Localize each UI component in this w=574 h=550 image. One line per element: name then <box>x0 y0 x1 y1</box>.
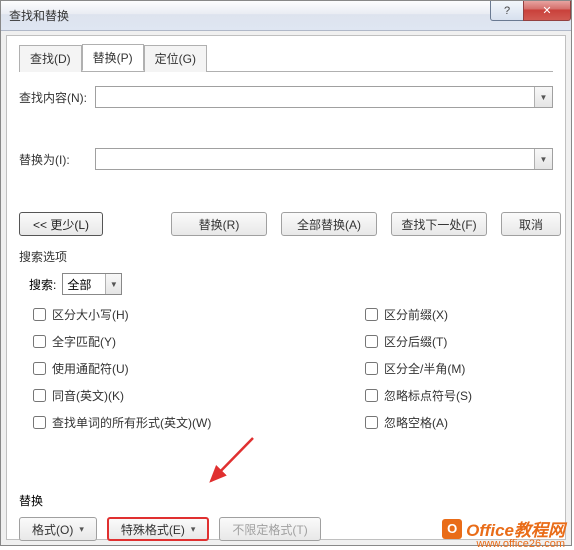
replace-all-button[interactable]: 全部替换(A) <box>281 212 377 236</box>
checkbox[interactable] <box>33 389 46 402</box>
checkbox-grid: 区分大小写(H) 全字匹配(Y) 使用通配符(U) 同音(英文)(K) 查找单词… <box>19 305 553 440</box>
search-options-heading: 搜索选项 <box>19 248 553 265</box>
check-prefix[interactable]: 区分前缀(X) <box>361 305 553 324</box>
dialog-window: 查找和替换 ? ✕ 查找(D) 替换(P) 定位(G) 查找内容(N): ▼ 替… <box>0 0 572 546</box>
watermark-url: www.office26.com <box>477 538 565 550</box>
search-direction-value: 全部 <box>63 274 105 294</box>
close-button[interactable]: ✕ <box>523 1 571 21</box>
replace-row: 替换为(I): ▼ <box>19 148 553 170</box>
checkbox[interactable] <box>33 335 46 348</box>
special-format-button[interactable]: 特殊格式(E) <box>107 517 210 541</box>
check-whole-word[interactable]: 全字匹配(Y) <box>29 332 221 351</box>
titlebar: 查找和替换 ? ✕ <box>1 1 571 31</box>
search-direction-label: 搜索: <box>29 276 56 293</box>
check-ignore-space[interactable]: 忽略空格(A) <box>361 413 553 432</box>
format-button[interactable]: 格式(O) <box>19 517 97 541</box>
replace-dropdown-icon[interactable]: ▼ <box>534 149 552 169</box>
check-full-half[interactable]: 区分全/半角(M) <box>361 359 553 378</box>
checkbox[interactable] <box>365 335 378 348</box>
watermark-logo-icon: O <box>442 519 462 539</box>
chevron-down-icon[interactable]: ▼ <box>105 274 121 294</box>
checkbox[interactable] <box>365 308 378 321</box>
checkbox[interactable] <box>33 416 46 429</box>
window-controls: ? ✕ <box>491 1 571 21</box>
checkbox-right-col: 区分前缀(X) 区分后缀(T) 区分全/半角(M) 忽略标点符号(S) 忽略空格… <box>221 305 553 440</box>
cancel-button[interactable]: 取消 <box>501 212 561 236</box>
help-button[interactable]: ? <box>490 1 524 21</box>
check-sounds-like[interactable]: 同音(英文)(K) <box>29 386 221 405</box>
find-input[interactable] <box>96 87 534 107</box>
check-wildcards[interactable]: 使用通配符(U) <box>29 359 221 378</box>
replace-combo[interactable]: ▼ <box>95 148 553 170</box>
check-suffix[interactable]: 区分后缀(T) <box>361 332 553 351</box>
find-combo[interactable]: ▼ <box>95 86 553 108</box>
replace-button[interactable]: 替换(R) <box>171 212 267 236</box>
tab-strip: 查找(D) 替换(P) 定位(G) <box>19 44 553 72</box>
tab-find[interactable]: 查找(D) <box>19 45 82 72</box>
checkbox[interactable] <box>365 416 378 429</box>
find-dropdown-icon[interactable]: ▼ <box>534 87 552 107</box>
tab-replace[interactable]: 替换(P) <box>82 44 144 71</box>
search-direction-row: 搜索: 全部 ▼ <box>19 273 553 295</box>
checkbox[interactable] <box>365 389 378 402</box>
window-title: 查找和替换 <box>9 7 69 24</box>
action-buttons: << 更少(L) 替换(R) 全部替换(A) 查找下一处(F) 取消 <box>19 210 553 236</box>
checkbox[interactable] <box>365 362 378 375</box>
check-all-forms[interactable]: 查找单词的所有形式(英文)(W) <box>29 413 221 432</box>
check-match-case[interactable]: 区分大小写(H) <box>29 305 221 324</box>
search-direction-combo[interactable]: 全部 ▼ <box>62 273 122 295</box>
find-next-button[interactable]: 查找下一处(F) <box>391 212 487 236</box>
dialog-content: 查找(D) 替换(P) 定位(G) 查找内容(N): ▼ 替换为(I): ▼ <… <box>6 35 566 540</box>
checkbox[interactable] <box>33 308 46 321</box>
replace-input[interactable] <box>96 149 534 169</box>
checkbox-left-col: 区分大小写(H) 全字匹配(Y) 使用通配符(U) 同音(英文)(K) 查找单词… <box>29 305 221 440</box>
no-formatting-button[interactable]: 不限定格式(T) <box>219 517 320 541</box>
less-button[interactable]: << 更少(L) <box>19 212 103 236</box>
find-row: 查找内容(N): ▼ <box>19 86 553 108</box>
checkbox[interactable] <box>33 362 46 375</box>
watermark: O Office教程网 www.office26.com <box>442 516 565 541</box>
replace-label: 替换为(I): <box>19 151 95 168</box>
replace-format-heading: 替换 <box>19 492 553 509</box>
check-ignore-punct[interactable]: 忽略标点符号(S) <box>361 386 553 405</box>
tab-goto[interactable]: 定位(G) <box>144 45 207 72</box>
find-label: 查找内容(N): <box>19 89 95 106</box>
